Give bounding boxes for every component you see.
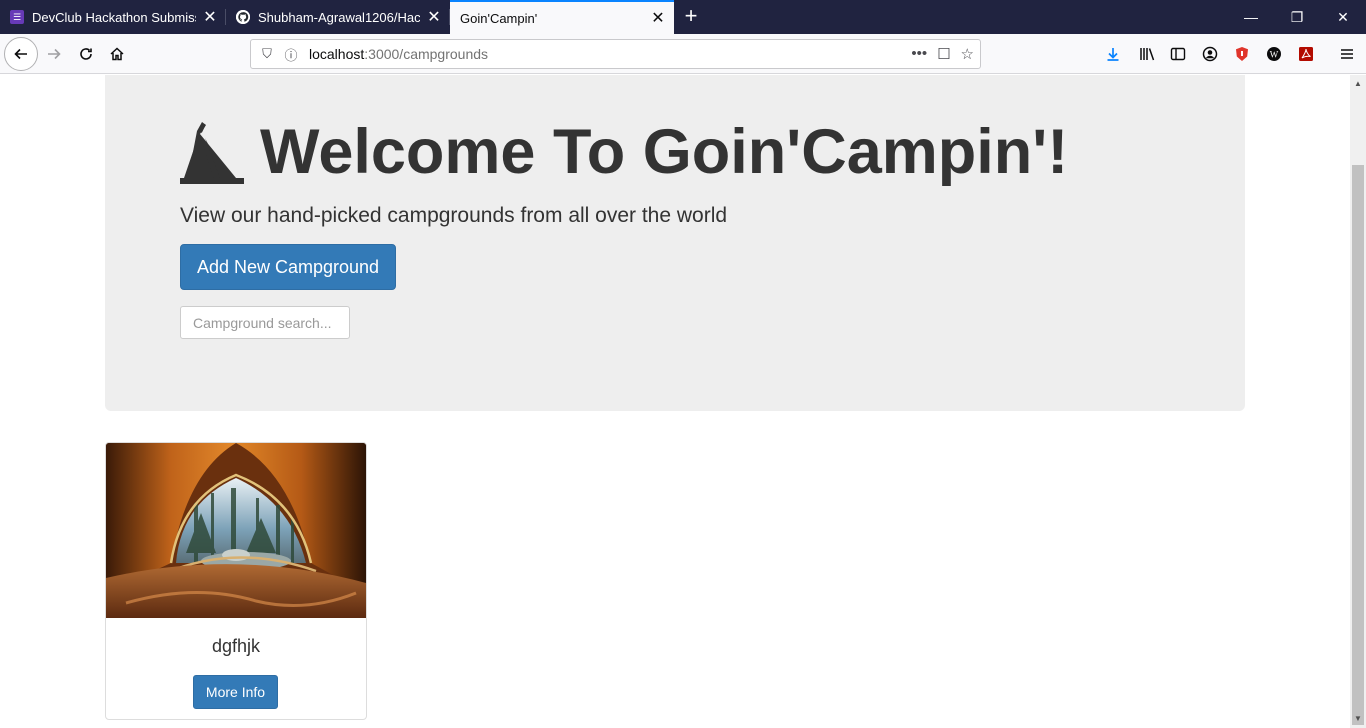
bookmark-star-icon[interactable]: ☆ (961, 45, 974, 63)
account-icon[interactable] (1195, 38, 1225, 70)
campground-name: dgfhjk (211, 636, 261, 656)
url-path: :3000/campgrounds (364, 46, 489, 62)
scrollbar-thumb[interactable] (1352, 165, 1364, 725)
home-icon (110, 47, 124, 61)
downloads-icon[interactable] (1098, 38, 1128, 70)
forward-button[interactable] (38, 38, 70, 70)
tab-strip: ☰ DevClub Hackathon Submission ✕ Shubham… (0, 0, 1366, 34)
info-icon[interactable]: ⓘ (279, 45, 303, 64)
tent-icon (180, 121, 244, 184)
arrow-right-icon (48, 48, 61, 60)
close-icon[interactable]: ✕ (424, 7, 444, 27)
campground-card: dgfhjk More Info (105, 442, 367, 720)
navigation-toolbar: ⛉ ⓘ localhost:3000/campgrounds ••• ☐ ☆ W (0, 34, 1366, 74)
tab-title: Shubham-Agrawal1206/Hackathon (258, 9, 420, 25)
scroll-down-icon[interactable]: ▼ (1350, 712, 1366, 726)
back-button[interactable] (4, 37, 38, 71)
close-icon[interactable]: ✕ (200, 7, 220, 27)
scroll-up-icon[interactable]: ▲ (1350, 77, 1366, 91)
page-title: Welcome To Goin'Campin'! (180, 121, 1068, 184)
sidebar-icon[interactable] (1163, 38, 1193, 70)
hero-subtitle: View our hand-picked campgrounds from al… (180, 204, 728, 227)
tab-github[interactable]: Shubham-Agrawal1206/Hackathon ✕ (226, 0, 450, 34)
reload-icon (80, 48, 92, 60)
new-tab-button[interactable]: + (678, 4, 704, 30)
tab-devclub[interactable]: ☰ DevClub Hackathon Submission ✕ (0, 0, 226, 34)
restore-icon[interactable]: ❐ (1274, 0, 1320, 34)
vertical-scrollbar[interactable]: ▲ ▼ (1350, 75, 1366, 728)
add-new-campground-button[interactable]: Add New Campground (180, 244, 396, 290)
url-bar[interactable]: ⛉ ⓘ localhost:3000/campgrounds ••• ☐ ☆ (250, 39, 981, 69)
more-actions-icon[interactable]: ••• (911, 45, 927, 63)
wikipedia-icon[interactable]: W (1259, 38, 1289, 70)
close-icon[interactable]: ✕ (648, 8, 668, 28)
tab-title: DevClub Hackathon Submission (32, 9, 196, 25)
minimize-icon[interactable]: — (1228, 0, 1274, 34)
campground-search-input[interactable] (180, 306, 350, 339)
campground-image (106, 443, 366, 618)
library-icon[interactable] (1132, 38, 1162, 70)
pdf-icon[interactable] (1291, 38, 1321, 70)
tab-goin-campin[interactable]: Goin'Campin' ✕ (450, 0, 674, 34)
arrow-left-icon (14, 48, 27, 60)
tab-title: Goin'Campin' (460, 10, 538, 26)
pocket-icon[interactable]: ☐ (937, 45, 950, 63)
brave-shield-icon[interactable] (1227, 38, 1257, 70)
jumbotron: Welcome To Goin'Campin'! View our hand-p… (105, 75, 1245, 411)
page-viewport: Welcome To Goin'Campin'! View our hand-p… (0, 75, 1350, 728)
url-host: localhost (309, 46, 365, 62)
hamburger-menu-icon[interactable] (1332, 38, 1362, 70)
hero-title-text: Welcome To Goin'Campin'! (260, 117, 1069, 187)
svg-text:W: W (1270, 50, 1279, 60)
reload-button[interactable] (70, 38, 102, 70)
home-button[interactable] (101, 38, 133, 70)
form-icon: ☰ (10, 10, 24, 24)
shield-icon[interactable]: ⛉ (255, 46, 279, 62)
more-info-button[interactable]: More Info (193, 675, 278, 709)
close-window-icon[interactable]: ✕ (1320, 0, 1366, 34)
github-icon (236, 10, 250, 24)
